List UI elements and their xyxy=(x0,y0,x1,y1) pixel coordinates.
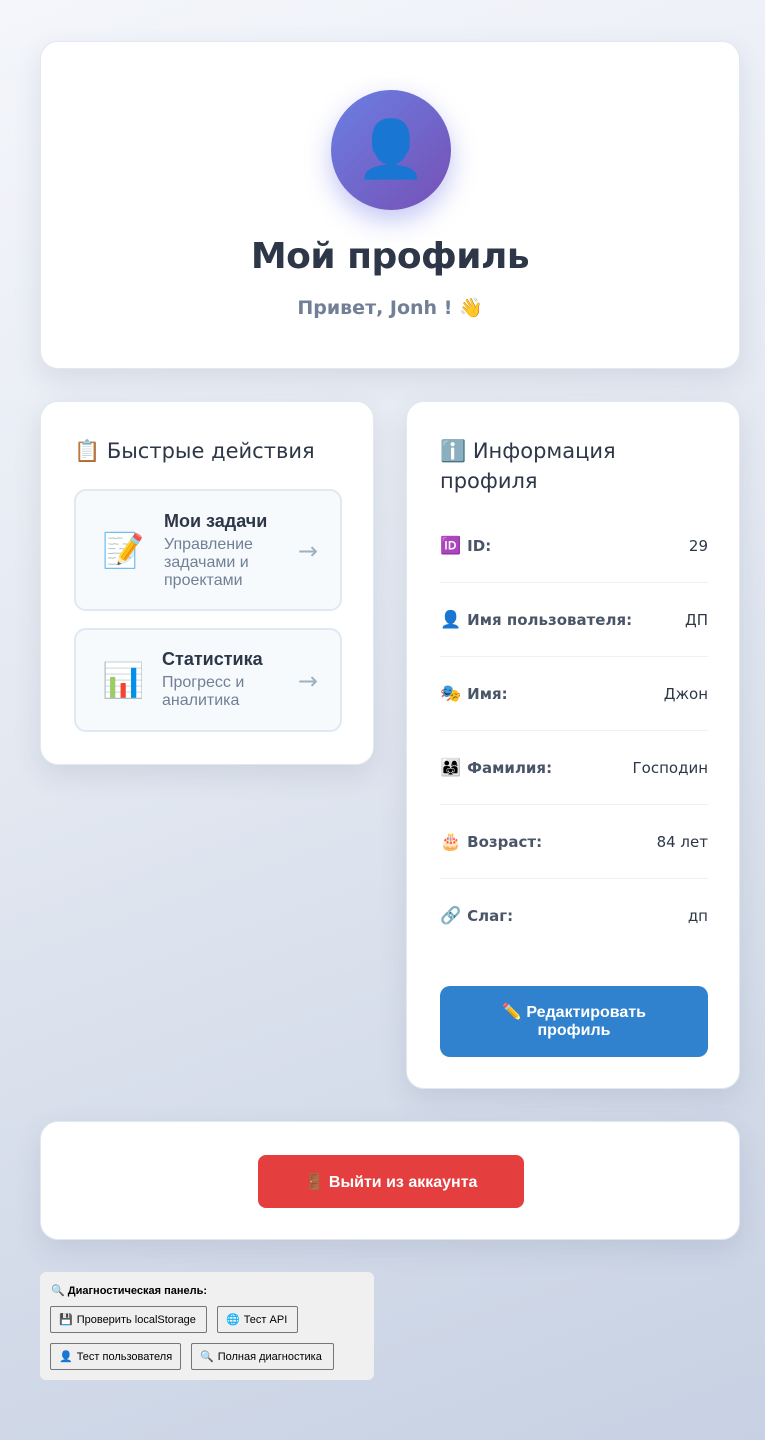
statistics-description: Прогресс и аналитика xyxy=(162,674,245,709)
last-name-label: Фамилия: xyxy=(467,758,553,777)
info-row-first-name: 🎭 Имя: Джон xyxy=(440,657,708,731)
info-label: 🎭 Имя: xyxy=(440,684,508,704)
slug-value: дп xyxy=(687,907,708,925)
info-row-id: 🆔 ID: 29 xyxy=(440,509,708,583)
diagnostics-title: 🔍 Диагностическая панель: xyxy=(51,1285,208,1297)
quick-actions-card: 📋 Быстрые действия 📝 Мои задачи Управлен… xyxy=(40,401,374,765)
check-localstorage-button[interactable]: 💾 Проверить localStorage xyxy=(50,1306,207,1333)
info-label: 👤 Имя пользователя: xyxy=(440,610,632,630)
greeting-text: Привет, Jonh ! 👋 xyxy=(297,297,483,319)
statistics-title: Статистика xyxy=(162,649,263,669)
full-diagnostics-label: Полная диагностика xyxy=(217,1350,322,1363)
first-name-value: Джон xyxy=(663,684,708,703)
info-row-slug: 🔗 Слаг: дп xyxy=(440,879,708,953)
test-api-label: Тест API xyxy=(243,1313,288,1326)
arrow-right-icon: → xyxy=(297,537,318,565)
id-label: ID: xyxy=(467,536,492,555)
info-label: 🔗 Слаг: xyxy=(440,906,513,926)
magnifier-icon: 🔍 xyxy=(200,1351,214,1363)
first-name-label: Имя: xyxy=(467,684,508,703)
theater-masks-icon: 🎭 xyxy=(440,683,462,704)
info-row-username: 👤 Имя пользователя: ДП xyxy=(440,583,708,657)
full-diagnostics-button[interactable]: 🔍 Полная диагностика xyxy=(191,1343,334,1370)
user-icon: 👤 xyxy=(59,1351,73,1363)
test-user-button[interactable]: 👤 Тест пользователя xyxy=(50,1343,181,1370)
avatar: 👤 xyxy=(331,90,451,210)
profile-info-title: ℹ️ Информация профиля xyxy=(440,439,616,493)
quick-actions-title: 📋 Быстрые действия xyxy=(74,439,315,463)
floppy-disk-icon: 💾 xyxy=(59,1314,73,1326)
arrow-right-icon: → xyxy=(297,667,318,695)
edit-profile-button[interactable]: ✏️ Редактировать профиль xyxy=(440,986,708,1057)
diagnostics-panel: 🔍 Диагностическая панель: 💾 Проверить lo… xyxy=(40,1272,374,1380)
statistics-text: Статистика Прогресс и аналитика xyxy=(162,649,282,710)
link-icon: 🔗 xyxy=(440,906,462,926)
page-title: Мой профиль xyxy=(250,236,530,277)
my-tasks-title: Мои задачи xyxy=(164,511,268,531)
profile-header-card: 👤 Мой профиль Привет, Jonh ! 👋 xyxy=(40,41,740,369)
user-icon: 👤 xyxy=(440,609,462,630)
info-label: 🆔 ID: xyxy=(440,536,491,556)
username-label: Имя пользователя: xyxy=(467,610,633,629)
statistics-action[interactable]: 📊 Статистика Прогресс и аналитика → xyxy=(74,628,342,732)
profile-info-card: ℹ️ Информация профиля 🆔 ID: 29 👤 Имя пол… xyxy=(406,401,740,1089)
slug-label: Слаг: xyxy=(467,907,514,925)
my-tasks-text: Мои задачи Управление задачами и проекта… xyxy=(164,511,284,590)
my-tasks-action[interactable]: 📝 Мои задачи Управление задачами и проек… xyxy=(74,489,342,611)
id-value: 29 xyxy=(688,536,708,555)
age-value: 84 лет xyxy=(656,832,708,851)
username-value: ДП xyxy=(685,610,708,629)
info-row-last-name: 👨‍👩‍👧 Фамилия: Господин xyxy=(440,731,708,805)
info-row-age: 🎂 Возраст: 84 лет xyxy=(440,805,708,879)
logout-card: 🚪 Выйти из аккаунта xyxy=(40,1121,740,1240)
bar-chart-icon: 📊 xyxy=(102,661,145,701)
info-label: 🎂 Возраст: xyxy=(440,832,542,852)
logout-button[interactable]: 🚪 Выйти из аккаунта xyxy=(258,1155,524,1208)
test-api-button[interactable]: 🌐 Тест API xyxy=(217,1306,298,1333)
user-icon: 👤 xyxy=(356,117,426,182)
globe-icon: 🌐 xyxy=(226,1314,240,1326)
info-label: 👨‍👩‍👧 Фамилия: xyxy=(440,758,552,778)
family-icon: 👨‍👩‍👧 xyxy=(440,757,462,778)
cake-icon: 🎂 xyxy=(440,831,462,852)
test-user-label: Тест пользователя xyxy=(76,1350,173,1363)
my-tasks-description: Управление задачами и проектами xyxy=(164,536,253,589)
age-label: Возраст: xyxy=(467,832,543,851)
last-name-value: Господин xyxy=(632,758,708,777)
check-localstorage-label: Проверить localStorage xyxy=(76,1313,196,1326)
id-icon: 🆔 xyxy=(440,535,462,556)
memo-icon: 📝 xyxy=(102,531,145,571)
